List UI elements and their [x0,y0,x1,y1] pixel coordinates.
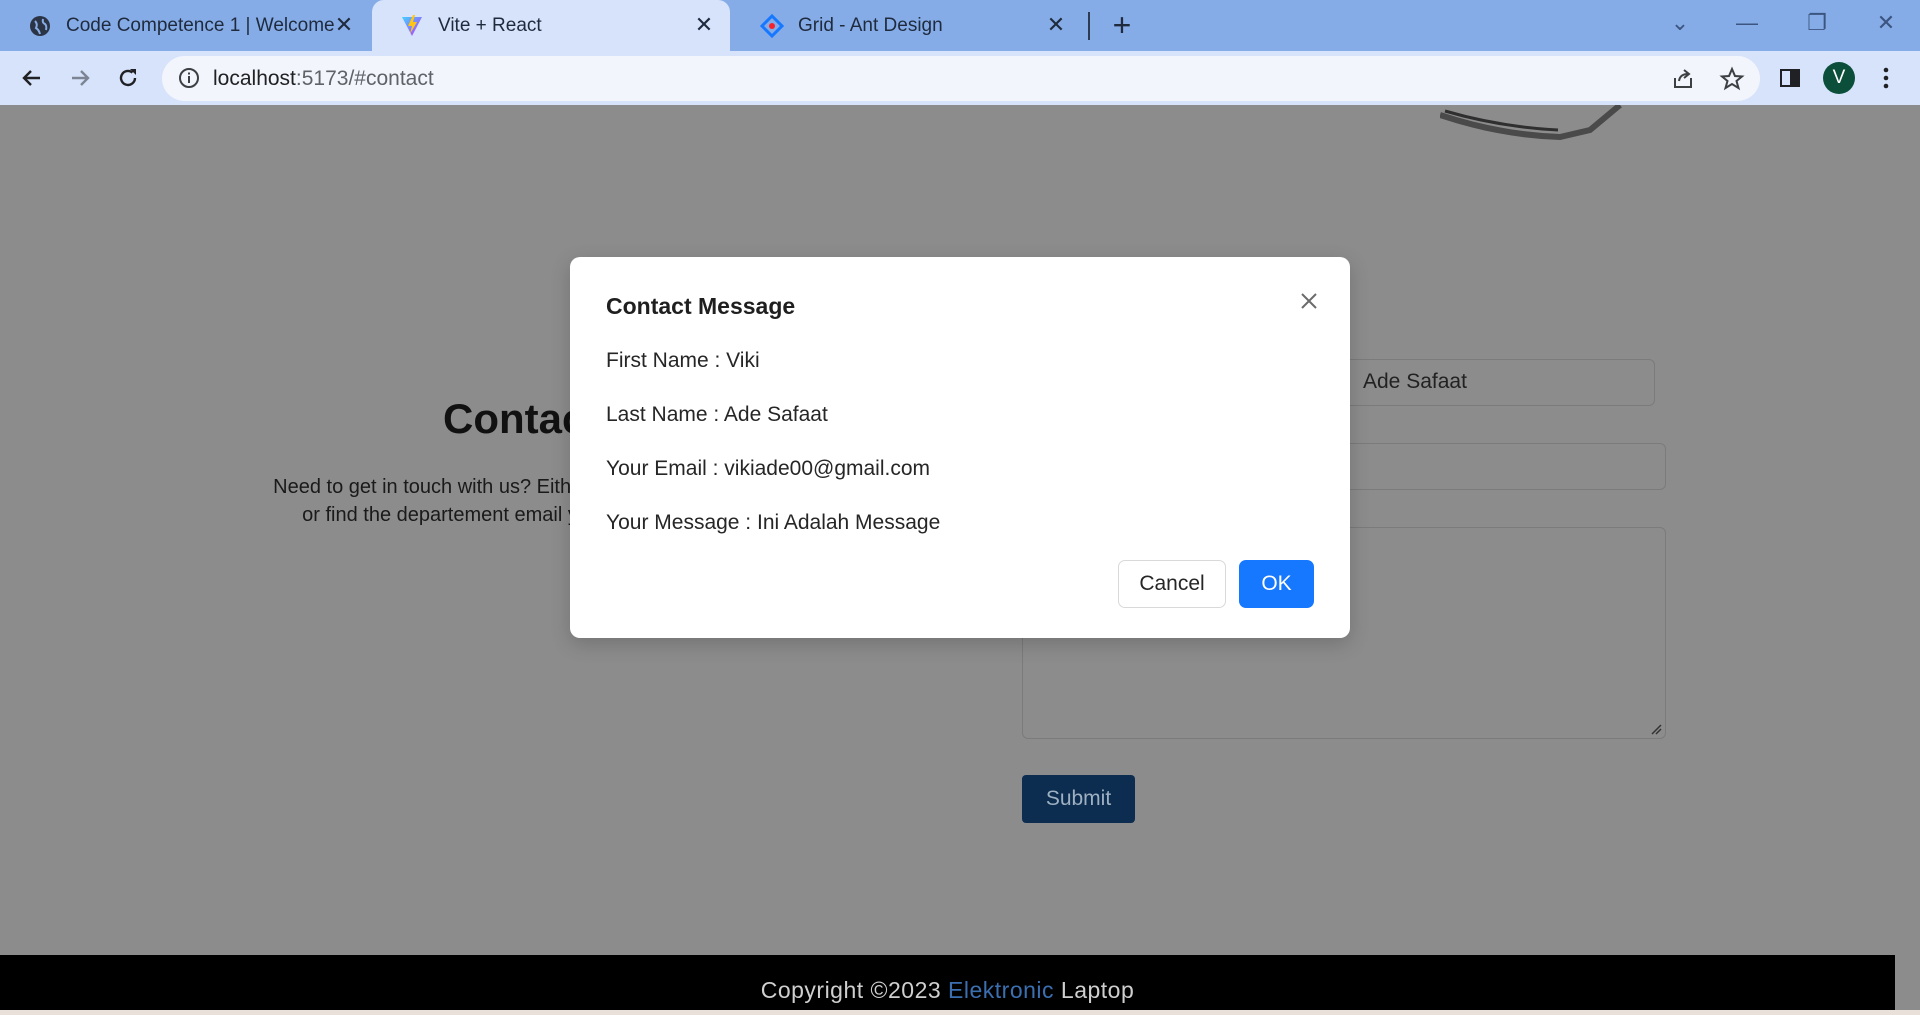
contact-message-modal: Contact Message First Name : Viki Last N… [570,257,1350,638]
modal-title: Contact Message [606,293,796,319]
back-arrow-icon[interactable] [15,61,49,95]
submit-button[interactable]: Submit [1022,775,1135,823]
profile-avatar[interactable]: V [1823,62,1855,94]
last-name-field[interactable]: Ade Safaat [1330,359,1655,406]
url-host: localhost [213,67,296,90]
close-icon[interactable]: ✕ [692,13,716,37]
contact-desc-line1: Need to get in touch with us? Either f [273,476,600,498]
tab-separator [1088,12,1090,40]
copyright-prefix: Copyright ©2023 [760,977,949,1003]
close-icon[interactable]: ✕ [1044,13,1068,37]
copyright-suffix: Laptop [1054,977,1135,1003]
tab-title: Code Competence 1 | Welcome F [66,14,336,36]
site-info-icon[interactable] [178,67,200,89]
forward-arrow-icon[interactable] [63,61,97,95]
contact-description: Need to get in touch with us? Either f o… [200,473,600,529]
contact-heading: Contac [443,395,586,442]
footer: Copyright ©2023 Elektronic Laptop [0,955,1895,1015]
modal-last-name: Last Name : Ade Safaat [606,403,828,426]
new-tab-plus-icon[interactable]: + [1107,9,1137,41]
close-icon[interactable]: ✕ [332,13,356,37]
email-field[interactable] [1330,443,1666,490]
tab-grid-ant-design[interactable]: Grid - Ant Design ✕ [732,0,1082,51]
modal-first-name: First Name : Viki [606,349,760,372]
tab-vite-react[interactable]: Vite + React ✕ [372,0,730,51]
vite-logo-icon [400,14,424,38]
globe-icon [28,14,52,38]
url-text[interactable]: localhost:5173/#contact [213,67,434,91]
modal-message: Your Message : Ini Adalah Message [606,511,941,534]
address-bar[interactable]: localhost:5173/#contact [162,56,1760,101]
footer-brand[interactable]: Elektronic [948,977,1054,1003]
minimize-icon[interactable]: — [1727,8,1767,38]
tab-search-chevron-icon[interactable]: ⌄ [1660,8,1700,38]
browser-tabstrip: Code Competence 1 | Welcome F ✕ Vite + R… [0,0,1920,51]
resize-handle-icon[interactable] [1650,723,1662,735]
close-icon[interactable] [1295,287,1323,315]
browser-toolbar: localhost:5173/#contact V [0,51,1920,105]
menu-kebab-icon[interactable] [1869,61,1903,95]
ok-button[interactable]: OK [1239,560,1314,608]
bookmark-star-icon[interactable] [1719,66,1745,92]
tab-title: Vite + React [438,14,542,36]
restore-icon[interactable]: ❐ [1797,8,1837,38]
side-panel-icon[interactable] [1773,61,1807,95]
share-icon[interactable] [1670,66,1696,92]
window-close-icon[interactable]: ✕ [1866,8,1906,38]
tab-code-competence[interactable]: Code Competence 1 | Welcome F ✕ [0,0,370,51]
modal-email: Your Email : vikiade00@gmail.com [606,457,931,480]
tab-title: Grid - Ant Design [798,14,943,36]
reload-icon[interactable] [111,61,145,95]
page-bottom-strip [0,1010,1920,1015]
contact-desc-line2: or find the departement email y [302,504,578,526]
url-path: :5173/#contact [295,67,434,90]
last-name-value: Ade Safaat [1363,370,1467,393]
ant-design-logo-icon [760,13,784,38]
footer-copyright: Copyright ©2023 Elektronic Laptop [0,977,1895,1004]
laptop-image [1440,105,1622,141]
cancel-button[interactable]: Cancel [1118,560,1226,608]
